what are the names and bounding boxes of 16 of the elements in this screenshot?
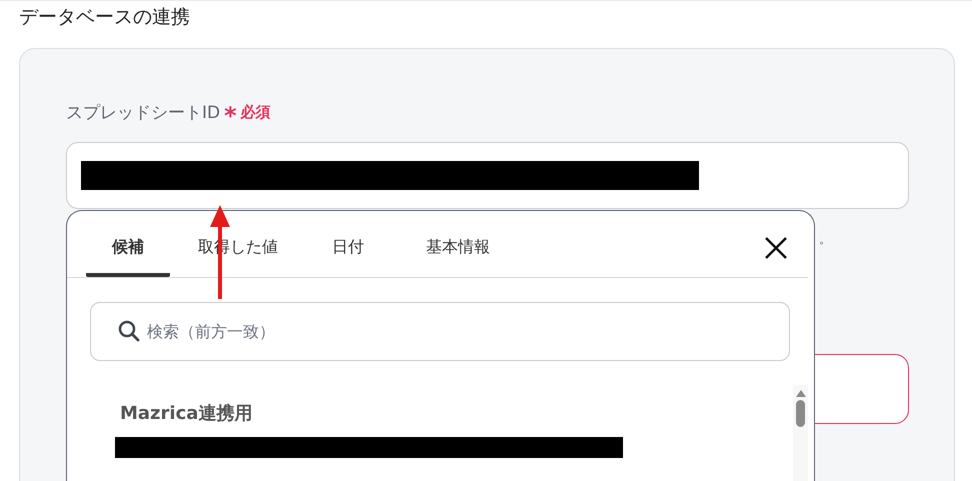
spreadsheet-id-field[interactable] xyxy=(66,142,909,209)
required-text: 必須 xyxy=(240,102,271,122)
field-label: スプレッドシートID xyxy=(66,102,220,124)
scrollbar-thumb[interactable] xyxy=(796,400,805,427)
required-mark: * xyxy=(224,101,237,128)
search-icon xyxy=(118,320,140,342)
tab[interactable]: 日付 xyxy=(306,211,390,277)
help-text: 。 xyxy=(819,231,831,248)
scrollbar[interactable] xyxy=(793,385,808,481)
close-icon[interactable] xyxy=(764,236,788,260)
search-field[interactable]: 検索（前方一致） xyxy=(90,302,790,361)
tab[interactable]: 基本情報 xyxy=(416,211,500,277)
section-title: データベースの連携 xyxy=(18,5,191,30)
list-item[interactable]: Mazrica連携用 xyxy=(120,401,814,425)
scroll-up-icon[interactable] xyxy=(796,389,806,397)
tab[interactable]: 候補 xyxy=(86,211,170,277)
